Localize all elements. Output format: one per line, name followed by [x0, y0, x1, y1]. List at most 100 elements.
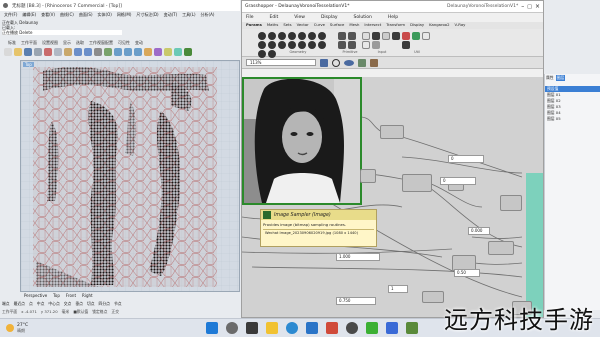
param-field-icon[interactable]	[298, 41, 306, 49]
menu-mesh[interactable]: 网格(M)	[117, 12, 132, 18]
tab-select[interactable]: 选取	[76, 40, 84, 47]
layer-row[interactable]: 图层 05	[545, 116, 600, 122]
param-vector-icon[interactable]	[268, 32, 276, 40]
param-point-icon[interactable]	[258, 32, 266, 40]
gh-panel-value[interactable]: 0	[448, 155, 484, 163]
gh-panel-value[interactable]: 0.50	[454, 269, 480, 277]
gh-menu-edit[interactable]: Edit	[270, 15, 279, 20]
menu-transform[interactable]: 变动(T)	[164, 12, 178, 18]
save-icon[interactable]	[24, 48, 32, 56]
tab-display[interactable]: 显示	[63, 40, 71, 47]
rotate-view-icon[interactable]	[104, 48, 112, 56]
menu-dimension[interactable]: 尺寸标注(D)	[136, 12, 158, 18]
wechat-icon[interactable]	[366, 322, 378, 334]
tab-visibility[interactable]: 可见性	[118, 40, 130, 47]
properties-icon[interactable]	[154, 48, 162, 56]
viewport-tab-perspective[interactable]: Perspective	[24, 293, 47, 298]
menu-curve[interactable]: 曲线(C)	[60, 12, 74, 18]
gh-panel-value[interactable]: 0.750	[336, 297, 376, 305]
osnap-perp[interactable]: 垂点	[75, 301, 83, 307]
osnap-tan[interactable]: 切点	[87, 301, 95, 307]
status-ortho[interactable]: 正交	[111, 309, 119, 315]
input-image-icon[interactable]	[372, 41, 380, 49]
gh-panel-value[interactable]: 0	[440, 177, 476, 185]
param-arc-icon[interactable]	[288, 32, 296, 40]
minimize-icon[interactable]: –	[521, 3, 524, 10]
grasshopper-icon[interactable]	[184, 48, 192, 56]
menu-tools[interactable]: 工具(L)	[182, 12, 195, 18]
param-geometry-icon[interactable]	[318, 41, 326, 49]
gh-tab-maths[interactable]: Maths	[267, 22, 278, 29]
gh-tab-sets[interactable]: Sets	[283, 22, 291, 29]
param-brep-icon[interactable]	[268, 41, 276, 49]
gh-canvas[interactable]: Image Sampler (Image) Provides image (bi…	[242, 77, 543, 317]
cut-icon[interactable]	[44, 48, 52, 56]
input-button-icon[interactable]	[392, 32, 400, 40]
preview-mode-icon[interactable]	[358, 58, 366, 67]
render-icon[interactable]	[164, 48, 172, 56]
tab-transform[interactable]: 变动	[135, 40, 143, 47]
gh-panel-value[interactable]: 1	[388, 285, 408, 293]
rhino-viewport[interactable]: Top	[20, 60, 240, 292]
copy-icon[interactable]	[54, 48, 62, 56]
osnap-center[interactable]: 中心点	[48, 301, 59, 307]
osnap-intersection[interactable]: 交点	[64, 301, 72, 307]
layers-icon[interactable]	[144, 48, 152, 56]
param-box-icon[interactable]	[258, 41, 266, 49]
menu-analyze[interactable]: 分析(A)	[201, 12, 215, 18]
gh-node-point[interactable]	[380, 125, 404, 139]
gh-menu-solution[interactable]: Solution	[354, 15, 372, 20]
task-view-icon[interactable]	[246, 322, 258, 334]
viewport-tab-right[interactable]: Right	[82, 293, 93, 298]
open-file-icon[interactable]	[14, 48, 22, 56]
material-icon[interactable]	[174, 48, 182, 56]
store-icon[interactable]	[306, 322, 318, 334]
menu-view[interactable]: 查看(V)	[41, 12, 55, 18]
viewport-tab-front[interactable]: Front	[66, 293, 76, 298]
windows-start-icon[interactable]	[206, 322, 218, 334]
gh-tab-vray[interactable]: V-Ray	[455, 22, 466, 29]
zoom-window-icon[interactable]	[134, 48, 142, 56]
gh-tab-intersect[interactable]: Intersect	[364, 22, 381, 29]
viewport-tab-top[interactable]: Top	[53, 293, 60, 298]
util-cluster-icon[interactable]	[402, 32, 410, 40]
param-surface-icon[interactable]	[288, 41, 296, 49]
gh-tab-curve[interactable]: Curve	[314, 22, 325, 29]
viewport-label[interactable]: Top	[23, 62, 34, 67]
panel-tab-layers[interactable]: 图层	[555, 75, 566, 81]
param-colour-icon[interactable]	[348, 32, 356, 40]
pan-icon[interactable]	[94, 48, 102, 56]
gh-tab-surface[interactable]: Surface	[330, 22, 344, 29]
rhino-taskbar-icon[interactable]	[346, 322, 358, 334]
param-mesh-icon[interactable]	[278, 41, 286, 49]
maximize-icon[interactable]: □	[527, 4, 532, 10]
print-icon[interactable]	[34, 48, 42, 56]
zoom-level[interactable]: 113%	[246, 59, 316, 66]
param-number-icon[interactable]	[338, 41, 346, 49]
gh-tab-kangaroo[interactable]: Kangaroo2	[429, 22, 449, 29]
undo-icon[interactable]	[74, 48, 82, 56]
util-gradient-icon[interactable]	[412, 32, 420, 40]
redo-icon[interactable]	[84, 48, 92, 56]
gh-menu-file[interactable]: File	[246, 15, 254, 20]
weather-widget[interactable]: 27°C 晴朗	[0, 323, 28, 333]
bake-icon[interactable]	[370, 58, 378, 67]
tab-standard[interactable]: 标准	[8, 40, 16, 47]
osnap-knot[interactable]: 节点	[114, 301, 122, 307]
gh-panel-value[interactable]: 1.000	[336, 253, 380, 261]
input-swatch-icon[interactable]	[382, 32, 390, 40]
gh-panel-value[interactable]: 0.000	[468, 227, 490, 235]
close-icon[interactable]: ×	[535, 3, 540, 10]
grasshopper-taskbar-icon[interactable]	[406, 322, 418, 334]
paste-icon[interactable]	[64, 48, 72, 56]
gh-menu-help[interactable]: Help	[388, 15, 398, 20]
param-boolean-icon[interactable]	[338, 32, 346, 40]
tab-viewport-layout[interactable]: 工作视窗配置	[89, 40, 113, 47]
gh-tab-transform[interactable]: Transform	[386, 22, 405, 29]
command-input[interactable]: 正在播放 Delete	[2, 30, 122, 35]
preview-icon[interactable]	[344, 59, 354, 66]
app-red-icon[interactable]	[326, 322, 338, 334]
tab-set-view[interactable]: 设置视图	[42, 40, 58, 47]
gh-menu-view[interactable]: View	[294, 15, 305, 20]
osnap-quad[interactable]: 四分点	[99, 301, 110, 307]
